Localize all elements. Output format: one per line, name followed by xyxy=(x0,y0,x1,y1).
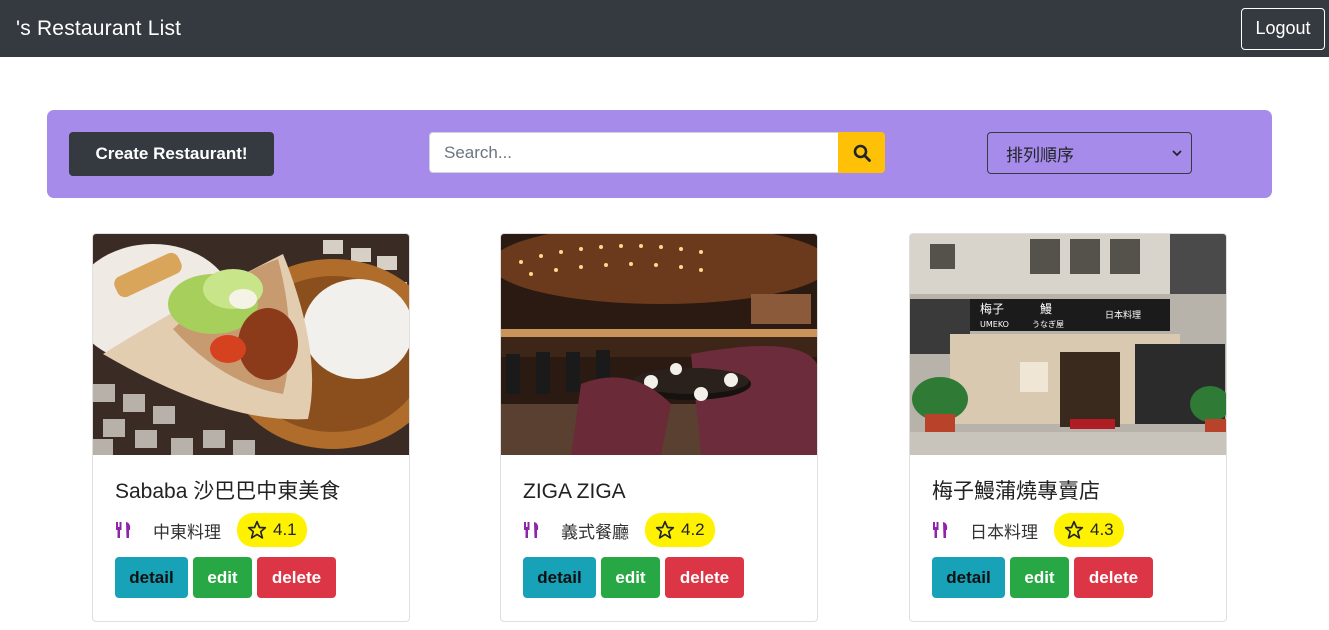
chevron-down-icon xyxy=(1172,150,1182,157)
sign-text: UMEKO xyxy=(980,320,1009,329)
restaurant-card: 梅子 UMEKO 鰻 うなぎ屋 日本料理 梅子鰻蒲燒專賣店 日本料理 4.3 d… xyxy=(909,233,1227,622)
card-actions: detail edit delete xyxy=(932,557,1204,598)
restaurant-image[interactable]: 梅子 UMEKO 鰻 うなぎ屋 日本料理 xyxy=(910,234,1226,455)
restaurant-meta: 中東料理 4.1 xyxy=(115,513,387,547)
star-icon xyxy=(655,520,675,539)
rating-value: 4.1 xyxy=(273,520,297,539)
rating-value: 4.3 xyxy=(1090,520,1114,539)
restaurant-image[interactable] xyxy=(501,234,817,455)
brand-title[interactable]: 's Restaurant List xyxy=(16,17,181,41)
rating-value: 4.2 xyxy=(681,520,705,539)
rating-badge: 4.3 xyxy=(1054,513,1124,547)
search-button[interactable] xyxy=(838,132,885,173)
utensils-icon xyxy=(524,522,539,538)
restaurant-meta: 日本料理 4.3 xyxy=(932,513,1204,547)
search-icon xyxy=(853,144,871,162)
search-group xyxy=(429,132,885,173)
utensils-icon xyxy=(933,522,948,538)
delete-button[interactable]: delete xyxy=(665,557,744,598)
search-input[interactable] xyxy=(429,132,838,173)
restaurant-image[interactable] xyxy=(93,234,409,455)
restaurant-name: Sababa 沙巴巴中東美食 xyxy=(115,480,341,503)
star-icon xyxy=(1064,520,1084,539)
detail-button[interactable]: detail xyxy=(115,557,188,598)
restaurant-category: 義式餐廳 xyxy=(561,522,629,542)
sign-text: 鰻 xyxy=(1040,302,1052,316)
edit-button[interactable]: edit xyxy=(1010,557,1069,598)
restaurant-meta: 義式餐廳 4.2 xyxy=(523,513,795,547)
sort-select-value: 排列順序 xyxy=(1006,145,1074,165)
edit-button[interactable]: edit xyxy=(193,557,252,598)
edit-button[interactable]: edit xyxy=(601,557,660,598)
sign-text: 日本料理 xyxy=(1105,309,1141,321)
restaurant-name: ZIGA ZIGA xyxy=(523,480,626,503)
restaurant-card: Sababa 沙巴巴中東美食 中東料理 4.1 detail edit dele… xyxy=(92,233,410,622)
sign-text: 梅子 xyxy=(980,301,1004,316)
star-icon xyxy=(247,520,267,539)
sign-text: うなぎ屋 xyxy=(1032,319,1064,329)
restaurant-card: ZIGA ZIGA 義式餐廳 4.2 detail edit delete xyxy=(500,233,818,622)
logout-button[interactable]: Logout xyxy=(1241,7,1325,50)
delete-button[interactable]: delete xyxy=(1074,557,1153,598)
detail-button[interactable]: detail xyxy=(932,557,1005,598)
sort-select[interactable]: 排列順序 xyxy=(987,132,1192,174)
restaurant-name: 梅子鰻蒲燒專賣店 xyxy=(932,480,1100,503)
rating-badge: 4.2 xyxy=(645,513,715,547)
rating-badge: 4.1 xyxy=(237,513,307,547)
create-restaurant-button[interactable]: Create Restaurant! xyxy=(69,132,274,176)
card-actions: detail edit delete xyxy=(115,557,387,598)
delete-button[interactable]: delete xyxy=(257,557,336,598)
card-actions: detail edit delete xyxy=(523,557,795,598)
utensils-icon xyxy=(116,522,131,538)
toolbar-panel: Create Restaurant! 排列順序 xyxy=(47,110,1272,198)
restaurant-category: 日本料理 xyxy=(970,522,1038,542)
navbar: 's Restaurant List Logout xyxy=(0,0,1329,57)
detail-button[interactable]: detail xyxy=(523,557,596,598)
restaurant-category: 中東料理 xyxy=(153,522,221,542)
